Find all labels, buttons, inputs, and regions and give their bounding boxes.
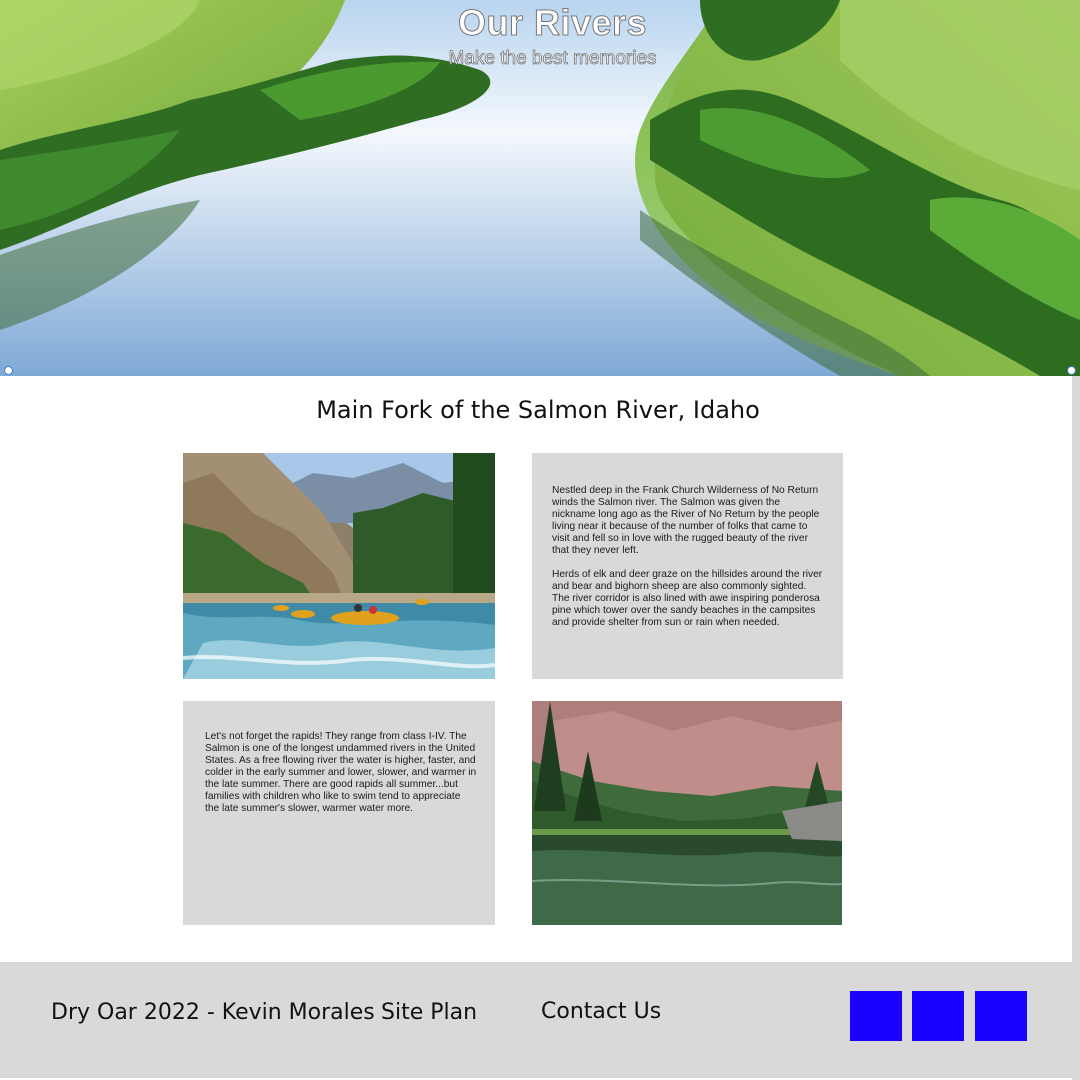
hero-subtitle: Make the best memories	[448, 48, 657, 70]
scrollbar-track[interactable]	[1072, 376, 1080, 1080]
intro-text-panel: Nestled deep in the Frank Church Wildern…	[532, 453, 843, 679]
site-plan-link[interactable]: Site Plan	[381, 1000, 477, 1025]
rafting-photo	[183, 453, 495, 679]
canyon-river-photo	[532, 701, 842, 925]
resize-handle-right[interactable]	[1067, 366, 1076, 375]
page-title: Main Fork of the Salmon River, Idaho	[316, 396, 760, 424]
contact-us-link[interactable]: Contact Us	[541, 999, 661, 1024]
hero-banner: Our Rivers Make the best memories	[0, 0, 1080, 376]
social-icon-2[interactable]	[912, 991, 964, 1041]
hero-title: Our Rivers	[457, 2, 648, 44]
social-icon-3[interactable]	[975, 991, 1027, 1041]
wildlife-paragraph: Herds of elk and deer graze on the hills…	[552, 569, 823, 628]
footer: Dry Oar 2022 - Kevin Morales Site Plan C…	[0, 962, 1072, 1078]
rapids-text-panel: Let's not forget the rapids! They range …	[183, 701, 495, 925]
intro-paragraph: Nestled deep in the Frank Church Wildern…	[552, 485, 820, 556]
rapids-paragraph: Let's not forget the rapids! They range …	[205, 731, 477, 814]
resize-handle-left[interactable]	[4, 366, 13, 375]
social-icon-1[interactable]	[850, 991, 902, 1041]
footer-copyright: Dry Oar 2022 - Kevin Morales	[51, 1000, 375, 1025]
